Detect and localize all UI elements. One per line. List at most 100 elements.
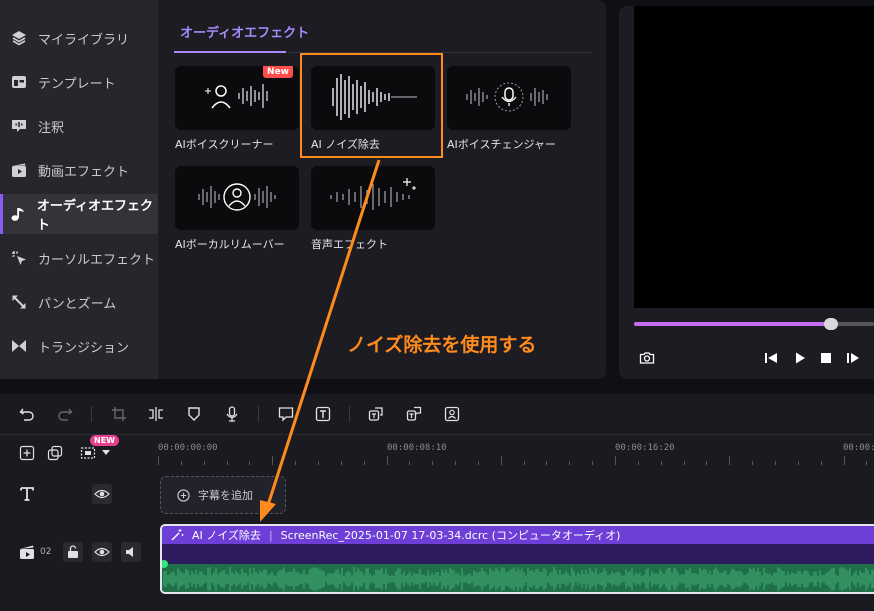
transition-icon — [10, 337, 28, 355]
undo-button[interactable] — [17, 404, 37, 424]
ruler-tick — [432, 461, 434, 465]
cursor-icon — [10, 249, 28, 267]
effect-card-sound-effects[interactable] — [311, 166, 435, 230]
ruler-tick — [660, 461, 662, 465]
audio-waveform — [162, 564, 874, 592]
subtitle-icon — [368, 407, 383, 421]
effect-card-ai-voice-changer[interactable] — [447, 66, 571, 130]
card-label: AIボイスチェンジャー — [447, 138, 556, 151]
next-frame-button[interactable] — [844, 349, 862, 367]
sidebar-item-transitions[interactable]: トランジション — [0, 326, 158, 366]
sidebar-item-label: 注釈 — [38, 120, 65, 136]
selection-tool-button[interactable] — [78, 443, 98, 463]
audio-clip[interactable]: AI ノイズ除去 | ScreenRec_2025-01-07 17-03-34… — [160, 524, 874, 594]
ruler-tick — [158, 456, 159, 465]
text-to-speech-button[interactable] — [404, 404, 424, 424]
redo-button[interactable] — [55, 404, 75, 424]
sidebar-item-label: オーディオエフェクト — [36, 199, 153, 233]
card-label: 音声エフェクト — [311, 238, 388, 251]
sidebar-item-label: パンとズーム — [38, 296, 117, 312]
toolbar-separator — [258, 406, 259, 422]
instruction-annotation: ノイズ除去を使用する — [347, 334, 537, 356]
add-annotation-button[interactable] — [276, 404, 296, 424]
step-forward-icon — [847, 353, 859, 363]
add-caption-button[interactable]: 字幕を追加 — [160, 476, 286, 514]
scrubber-handle[interactable] — [823, 318, 838, 330]
undo-icon — [19, 408, 34, 421]
add-circle-icon — [177, 488, 190, 502]
playback-scrubber[interactable] — [634, 318, 874, 330]
magic-wand-icon — [171, 529, 184, 541]
track-mute-button[interactable] — [121, 542, 141, 562]
ruler-tick — [477, 461, 479, 465]
ruler-tick — [249, 461, 251, 465]
music-note-icon — [10, 205, 27, 223]
sidebar-item-label: カーソルエフェクト — [38, 252, 156, 268]
sidebar: マイライブラリ テンプレート 注釈 動画エフェクト オーディオエフェクト カーソ… — [0, 0, 158, 379]
timeline-ruler[interactable]: 00:00:00:00 00:00:08:10 00:00:16:20 00:0… — [158, 435, 874, 465]
ruler-tick — [180, 461, 182, 465]
sidebar-item-audio-effects[interactable]: オーディオエフェクト — [0, 194, 158, 234]
card-label: AIボイスクリーナー — [175, 138, 274, 151]
clip-header: AI ノイズ除去 | ScreenRec_2025-01-07 17-03-34… — [162, 526, 874, 544]
add-caption-label: 字幕を追加 — [198, 489, 253, 502]
highlight-box — [300, 53, 443, 158]
ruler-tick — [340, 461, 342, 465]
sidebar-item-cursor-effects[interactable]: カーソルエフェクト — [0, 238, 158, 278]
split-icon — [149, 407, 163, 421]
text-track-visibility-button[interactable] — [92, 484, 112, 504]
ruler-tick — [455, 461, 457, 465]
ruler-label: 00:00:25 — [843, 443, 874, 453]
speech-to-text-button[interactable] — [366, 404, 386, 424]
video-effect-icon — [10, 161, 28, 179]
ruler-tick — [774, 461, 776, 465]
ruler-tick — [820, 461, 822, 465]
step-back-icon — [765, 353, 777, 363]
ruler-tick — [752, 461, 754, 465]
effect-card-ai-vocal-remover[interactable] — [175, 166, 299, 230]
sidebar-item-pan-zoom[interactable]: パンとズーム — [0, 282, 158, 322]
ruler-tick — [295, 461, 297, 465]
sidebar-item-annotations[interactable]: 注釈 — [0, 106, 158, 146]
text-icon — [20, 487, 34, 501]
add-track-button[interactable] — [17, 443, 37, 463]
avatar-button[interactable] — [442, 404, 462, 424]
snapshot-button[interactable] — [638, 349, 656, 367]
mic-wave-icon — [466, 82, 548, 112]
track-lock-button[interactable] — [63, 542, 83, 562]
effect-card-ai-voice-cleaner[interactable]: New — [175, 66, 299, 130]
ruler-tick — [546, 461, 548, 465]
preview-panel — [619, 6, 874, 379]
ruler-label: 00:00:08:10 — [387, 443, 447, 453]
add-text-button[interactable] — [313, 404, 333, 424]
chevron-down-icon[interactable] — [102, 450, 110, 456]
tab-audio-effects[interactable]: オーディオエフェクト — [180, 22, 309, 41]
stop-button[interactable] — [817, 349, 835, 367]
record-audio-button[interactable] — [222, 404, 242, 424]
sidebar-item-video-effects[interactable]: 動画エフェクト — [0, 150, 158, 190]
marker-button[interactable] — [184, 404, 204, 424]
toolbar-separator — [91, 406, 92, 422]
play-button[interactable] — [791, 349, 809, 367]
camera-icon — [639, 352, 655, 364]
crop-button[interactable] — [109, 404, 129, 424]
track-number: 02 — [40, 547, 52, 557]
duplicate-button[interactable] — [45, 443, 65, 463]
text-track-icon-wrap — [17, 484, 37, 504]
sidebar-item-my-library[interactable]: マイライブラリ — [0, 18, 158, 58]
previous-frame-button[interactable] — [762, 349, 780, 367]
sidebar-item-templates[interactable]: テンプレート — [0, 62, 158, 102]
track-visibility-button[interactable] — [92, 542, 112, 562]
clip-filename: ScreenRec_2025-01-07 17-03-34.dcrc (コンピュ… — [280, 529, 621, 542]
ruler-tick — [363, 461, 365, 465]
new-badge: NEW — [90, 435, 119, 446]
ruler-tick — [317, 461, 319, 465]
ruler-tick — [386, 456, 388, 465]
sparkle-wave-icon — [330, 178, 416, 210]
preview-screen — [634, 6, 874, 308]
add-square-icon — [19, 445, 35, 461]
ruler-tick — [500, 456, 502, 465]
keyframe-dot[interactable] — [162, 560, 168, 568]
redo-icon — [58, 408, 73, 421]
split-button[interactable] — [146, 404, 166, 424]
